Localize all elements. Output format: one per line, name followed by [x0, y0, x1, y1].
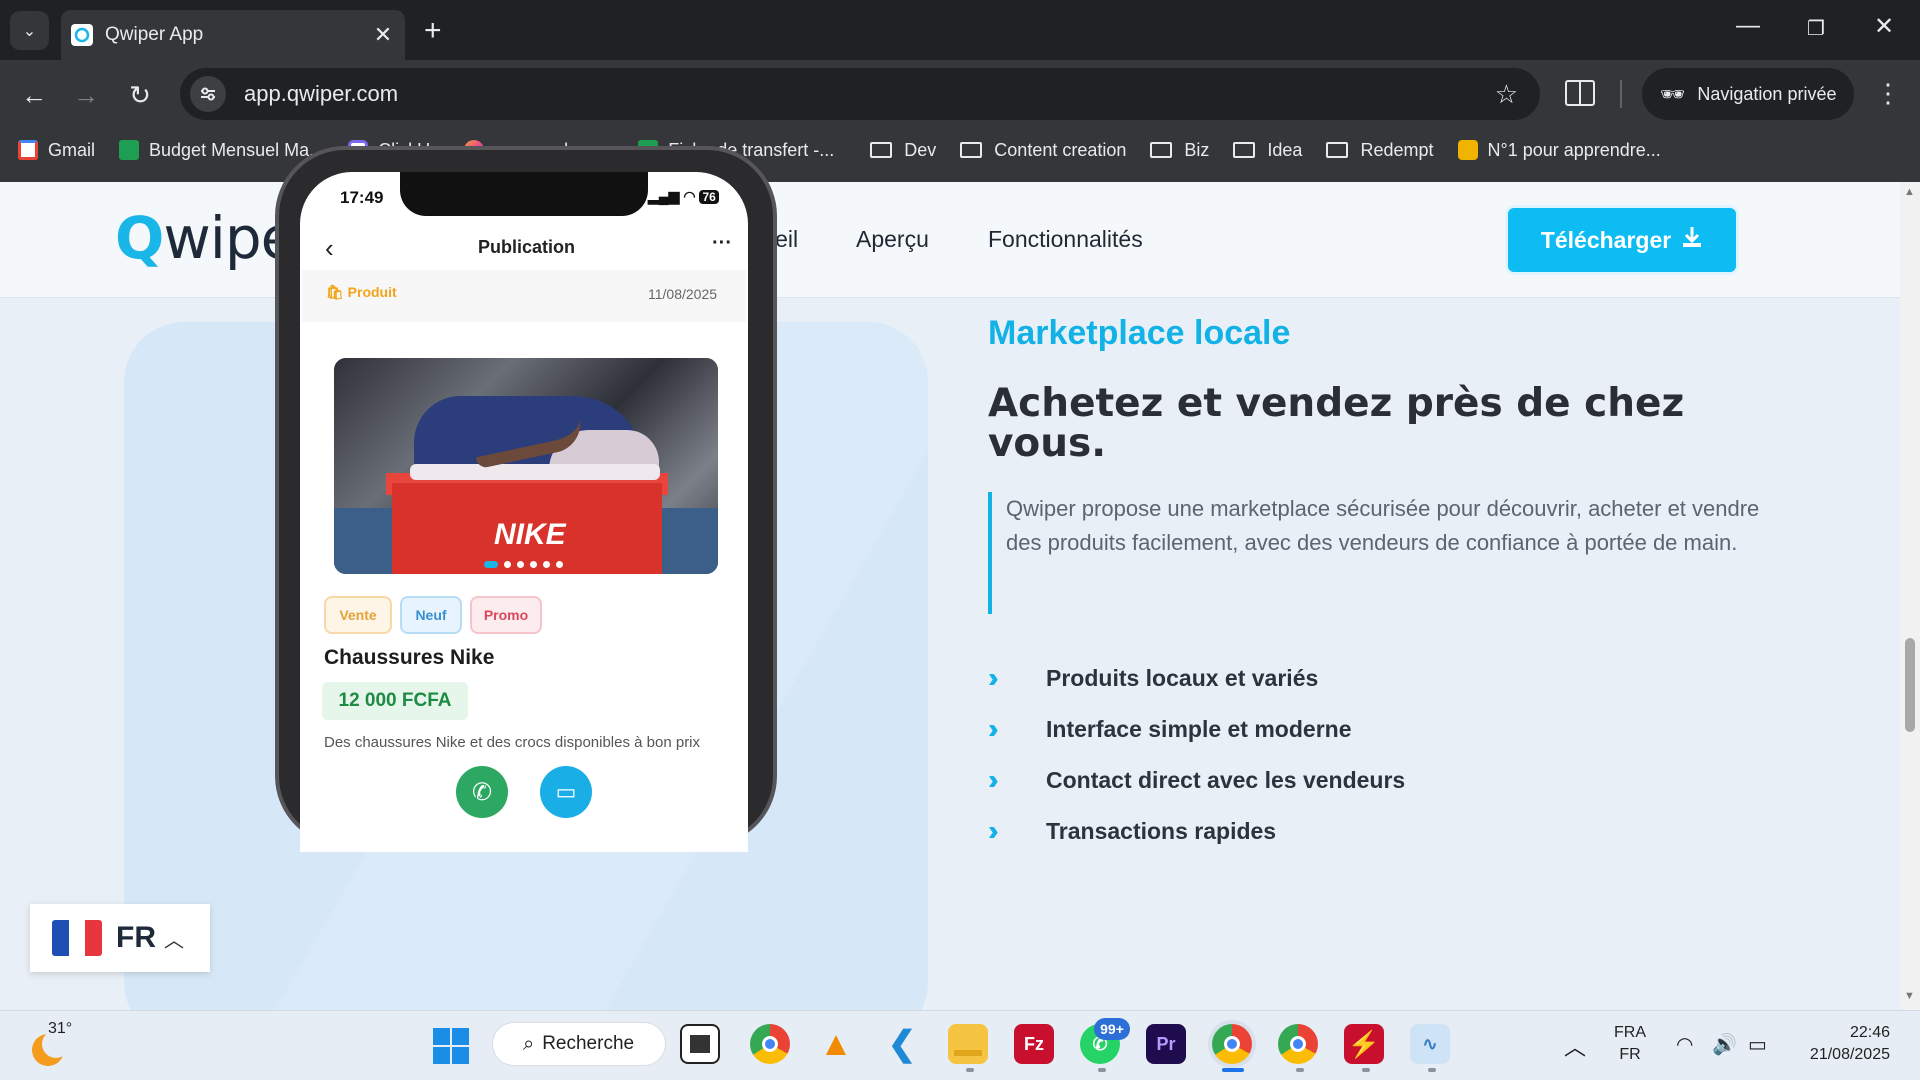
- carousel-dots: [484, 561, 563, 568]
- battery-icon: 76: [699, 190, 719, 204]
- bookmark-folder-dev[interactable]: Dev: [870, 140, 936, 161]
- scroll-up-icon[interactable]: ▲: [1904, 186, 1915, 198]
- whatsapp-badge: 99+: [1094, 1018, 1130, 1040]
- phone-screen-title: Publication: [478, 237, 576, 257]
- folder-icon: [870, 142, 893, 158]
- file-explorer-icon[interactable]: [948, 1024, 988, 1064]
- bookmark-folder-content[interactable]: Content creation: [960, 140, 1126, 161]
- incognito-icon: 🕶: [1660, 83, 1686, 106]
- gmail-icon: [18, 140, 38, 160]
- nav-apercu[interactable]: Aperçu: [856, 226, 929, 253]
- sheets-icon: [119, 140, 140, 160]
- premiere-pro-icon[interactable]: Pr: [1146, 1024, 1186, 1064]
- folder-icon: [1233, 142, 1256, 158]
- bookmark-budget[interactable]: Budget Mensuel Ma...: [119, 140, 324, 161]
- chevron-up-icon: ︿: [164, 929, 184, 952]
- tag-promo: Promo: [470, 596, 542, 634]
- input-language[interactable]: FRA FR: [1614, 1022, 1646, 1066]
- tab-title: Qwiper App: [105, 24, 204, 45]
- chrome-profile-active-icon[interactable]: [1212, 1024, 1252, 1064]
- flash-app-icon[interactable]: ⚡: [1344, 1024, 1384, 1064]
- phone-status-icons: ▂▄▆ ◠ 76: [648, 188, 719, 205]
- volume-icon[interactable]: 🔊: [1712, 1032, 1737, 1057]
- language-code: FR: [116, 921, 156, 954]
- bookmark-folder-biz[interactable]: Biz: [1150, 140, 1209, 161]
- phone-notch: [400, 172, 648, 216]
- wifi-icon: ◠: [683, 188, 696, 204]
- back-button[interactable]: ←: [14, 80, 54, 111]
- signal-icon: ▂▄▆: [648, 188, 680, 204]
- scrollbar-thumb[interactable]: [1905, 638, 1915, 732]
- task-view-icon[interactable]: [680, 1024, 720, 1064]
- tag-vente: Vente: [324, 596, 392, 634]
- download-button[interactable]: Télécharger: [1508, 208, 1736, 272]
- product-price: 12 000 FCFA: [322, 682, 468, 720]
- phone-time: 17:49: [340, 188, 384, 207]
- folder-icon: [960, 142, 983, 158]
- private-label: Navigation privée: [1697, 83, 1837, 104]
- tab-qwiper[interactable]: Qwiper App ✕: [61, 10, 405, 60]
- bookmark-folder-redempt[interactable]: Redempt: [1326, 140, 1434, 161]
- tray-overflow-icon[interactable]: ︿: [1564, 1030, 1586, 1062]
- france-flag-icon: [52, 920, 102, 956]
- forward-button[interactable]: →: [66, 80, 106, 111]
- tab-search-button[interactable]: ⌄: [10, 11, 49, 50]
- reading-mode-icon[interactable]: [1565, 80, 1595, 106]
- nav-fonctionnalites[interactable]: Fonctionnalités: [988, 226, 1143, 253]
- language-switcher[interactable]: FR ︿: [30, 904, 210, 972]
- bag-icon: 🛍: [326, 284, 344, 300]
- chrome-profile-icon[interactable]: [1278, 1024, 1318, 1064]
- bookmark-gmail[interactable]: Gmail: [18, 140, 95, 161]
- product-image: NIKE: [334, 358, 718, 574]
- moon-icon: [32, 1030, 70, 1066]
- vscode-icon[interactable]: ❮: [882, 1024, 922, 1064]
- url-text[interactable]: app.qwiper.com: [244, 81, 1495, 107]
- menu-kebab-icon[interactable]: ⋮: [1875, 78, 1901, 109]
- phone-back-icon: ‹: [325, 233, 334, 263]
- close-window-button[interactable]: ✕: [1864, 12, 1904, 41]
- new-tab-button[interactable]: +: [424, 14, 442, 48]
- taskbar-search[interactable]: ⌕ Recherche: [492, 1022, 666, 1066]
- folder-icon: [1150, 142, 1173, 158]
- phone-date: 11/08/2025: [648, 286, 718, 302]
- reload-button[interactable]: ↻: [120, 80, 160, 111]
- minimize-button[interactable]: —: [1728, 12, 1768, 40]
- temperature: 31°: [48, 1020, 73, 1037]
- restore-button[interactable]: ❐: [1796, 16, 1836, 41]
- product-description: Des chaussures Nike et des crocs disponi…: [324, 734, 701, 751]
- site-icon: [1457, 140, 1478, 160]
- folder-icon: [1326, 142, 1349, 158]
- phone-call-icon: ✆: [456, 766, 508, 818]
- bookmarks-bar: Gmail Budget Mensuel Ma... ClickUp money…: [0, 130, 1920, 170]
- windows-start-icon[interactable]: [433, 1028, 469, 1064]
- download-icon: [1681, 225, 1703, 255]
- private-browsing-indicator[interactable]: 🕶 Navigation privée: [1642, 68, 1854, 120]
- system-clock[interactable]: 22:46 21/08/2025: [1790, 1022, 1890, 1066]
- filezilla-icon[interactable]: Fz: [1014, 1024, 1054, 1064]
- product-name: Chaussures Nike: [324, 646, 495, 669]
- bookmark-star-icon[interactable]: ☆: [1495, 79, 1518, 110]
- box-logo-text: NIKE: [494, 518, 566, 551]
- battery-icon[interactable]: ▭: [1748, 1032, 1767, 1057]
- page-scrollbar[interactable]: ▲ ▼: [1900, 182, 1920, 1010]
- bookmark-apprendre[interactable]: N°1 pour apprendre...: [1457, 140, 1661, 161]
- phone-more-icon: ···: [712, 232, 732, 254]
- chrome-icon[interactable]: [750, 1024, 790, 1064]
- vlc-icon[interactable]: ▲: [816, 1024, 856, 1064]
- site-settings-icon[interactable]: [190, 76, 226, 112]
- chat-icon: ▭: [540, 766, 592, 818]
- search-icon: ⌕: [523, 1032, 535, 1055]
- wifi-icon[interactable]: ◠: [1676, 1032, 1693, 1057]
- bookmark-folder-idea[interactable]: Idea: [1233, 140, 1302, 161]
- tag-neuf: Neuf: [400, 596, 462, 634]
- scroll-down-icon[interactable]: ▼: [1904, 990, 1915, 1002]
- qwiper-favicon-icon: [71, 24, 93, 46]
- chevron-down-icon: ⌄: [22, 22, 37, 40]
- toolbar-divider: [1620, 80, 1622, 108]
- resource-monitor-icon[interactable]: ∿: [1410, 1024, 1450, 1064]
- close-tab-icon[interactable]: ✕: [371, 22, 395, 48]
- phone-category: 🛍 Produit: [326, 284, 397, 300]
- address-bar[interactable]: app.qwiper.com ☆: [180, 68, 1540, 120]
